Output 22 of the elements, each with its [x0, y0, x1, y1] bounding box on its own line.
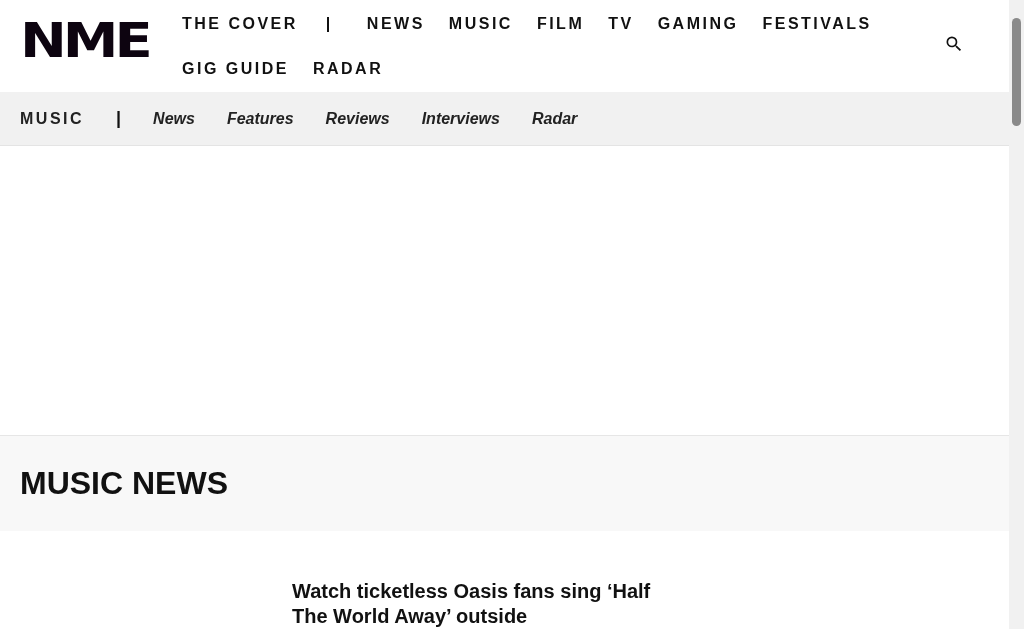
- nav-link[interactable]: GAMING: [657, 3, 739, 45]
- nav-link[interactable]: FESTIVALS: [762, 3, 872, 45]
- scrollbar[interactable]: [1009, 0, 1024, 629]
- nav-link[interactable]: MUSIC: [448, 3, 513, 45]
- page-title: MUSIC NEWS: [20, 465, 228, 502]
- subnav-link[interactable]: Radar: [531, 109, 578, 128]
- nav-separator: |: [116, 108, 122, 129]
- nav-link[interactable]: GIG GUIDE: [182, 48, 289, 90]
- article-headline[interactable]: Watch ticketless Oasis fans sing ‘Half The World Away’ outside: [292, 579, 652, 629]
- search-icon[interactable]: [944, 34, 964, 54]
- subnav-link[interactable]: Interviews: [421, 109, 500, 128]
- section-label: MUSIC: [20, 109, 85, 128]
- nav-link[interactable]: RADAR: [312, 48, 384, 90]
- nav-link[interactable]: TV: [608, 3, 634, 45]
- subnav-link[interactable]: Reviews: [325, 109, 390, 128]
- nav-link[interactable]: FILM: [536, 3, 585, 45]
- subnav-link[interactable]: News: [153, 109, 195, 128]
- nav-link[interactable]: NEWS: [366, 3, 425, 45]
- nme-logo[interactable]: NME: [20, 17, 162, 65]
- nav-separator: |: [325, 14, 333, 34]
- subnav-link[interactable]: Features: [226, 109, 294, 128]
- nav-link[interactable]: THE COVER: [182, 3, 298, 45]
